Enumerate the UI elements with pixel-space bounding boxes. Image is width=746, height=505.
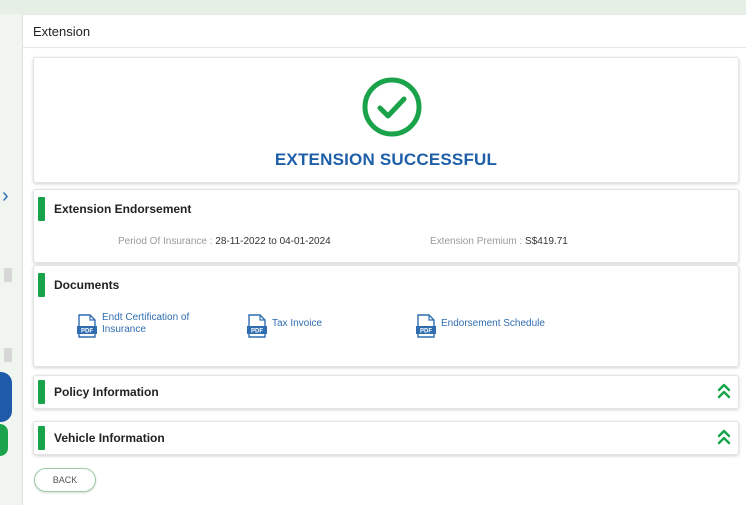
side-green-shape xyxy=(0,424,8,456)
section-accent-bar xyxy=(38,197,45,221)
section-accent-bar xyxy=(38,273,45,297)
endorsement-heading: Extension Endorsement xyxy=(54,202,192,216)
page-title: Extension xyxy=(33,24,91,39)
svg-text:PDF: PDF xyxy=(81,329,93,335)
endorsement-card: Extension Endorsement Period Of Insuranc… xyxy=(33,189,739,263)
chevron-right-icon[interactable]: › xyxy=(2,186,9,206)
accordion-policy-information[interactable]: Policy Information xyxy=(33,375,739,409)
policy-information-heading: Policy Information xyxy=(54,385,159,399)
documents-card: Documents PDF Endt Certification of Insu… xyxy=(33,265,739,367)
period-of-insurance: Period Of Insurance : 28-11-2022 to 04-0… xyxy=(118,236,331,247)
accordion-vehicle-information[interactable]: Vehicle Information xyxy=(33,421,739,455)
top-background-band xyxy=(0,0,746,14)
back-button[interactable]: BACK xyxy=(34,468,96,492)
premium-label: Extension Premium : xyxy=(430,236,523,247)
period-value: 28-11-2022 to 04-01-2024 xyxy=(215,236,331,247)
extension-panel: Extension EXTENSION SUCCESSFUL Extension… xyxy=(22,14,746,505)
pdf-icon: PDF xyxy=(77,314,97,338)
premium-value: S$419.71 xyxy=(525,236,568,247)
document-link-tax-invoice[interactable]: PDF Tax Invoice xyxy=(246,314,323,338)
section-accent-bar xyxy=(38,426,45,450)
pdf-icon: PDF xyxy=(416,314,436,338)
success-card: EXTENSION SUCCESSFUL xyxy=(33,57,739,183)
document-label: Endorsement Schedule xyxy=(441,318,545,329)
document-label: Endt Certification of Insurance xyxy=(102,312,190,335)
documents-heading: Documents xyxy=(54,278,120,292)
side-blue-shape xyxy=(0,372,12,422)
double-chevron-up-icon[interactable] xyxy=(716,382,732,400)
side-tab-marker xyxy=(4,348,12,362)
svg-text:PDF: PDF xyxy=(420,329,432,335)
document-label: Tax Invoice xyxy=(272,318,323,329)
document-link-endorsement-schedule[interactable]: PDF Endorsement Schedule xyxy=(415,314,545,338)
check-circle-icon xyxy=(362,77,422,137)
pdf-icon: PDF xyxy=(247,314,267,338)
double-chevron-up-icon[interactable] xyxy=(716,428,732,446)
period-label: Period Of Insurance : xyxy=(118,236,213,247)
title-divider xyxy=(23,47,746,48)
document-link-endt-certification[interactable]: PDF Endt Certification of Insurance xyxy=(76,312,212,338)
extension-premium: Extension Premium : S$419.71 xyxy=(430,236,568,247)
svg-text:PDF: PDF xyxy=(251,329,263,335)
success-title: EXTENSION SUCCESSFUL xyxy=(274,150,498,169)
side-tab-marker xyxy=(4,268,12,282)
vehicle-information-heading: Vehicle Information xyxy=(54,431,165,445)
section-accent-bar xyxy=(38,380,45,404)
